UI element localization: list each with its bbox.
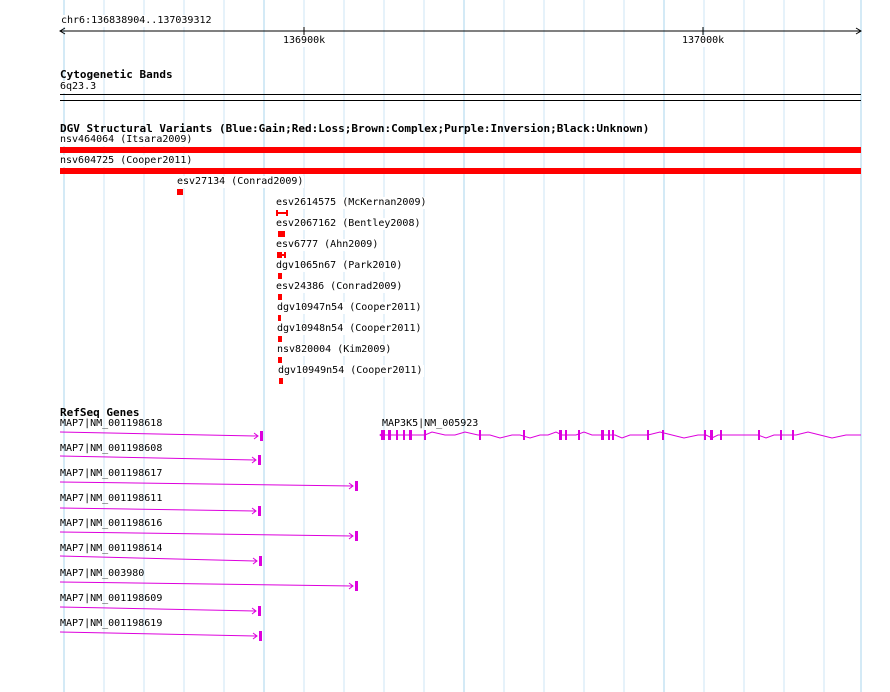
gene-label[interactable]: MAP7|NM_001198616	[60, 518, 162, 530]
gene-label[interactable]: MAP7|NM_001198619	[60, 618, 162, 630]
refseq-gene-glyphs	[59, 430, 861, 641]
gene-label[interactable]: MAP7|NM_001198609	[60, 593, 162, 605]
gene-label[interactable]: MAP7|NM_001198618	[60, 418, 162, 430]
gene-label[interactable]: MAP3K5|NM_005923	[382, 418, 478, 430]
gene-label[interactable]: MAP7|NM_001198617	[60, 468, 162, 480]
gene-label[interactable]: MAP7|NM_001198608	[60, 443, 162, 455]
gene-label[interactable]: MAP7|NM_003980	[60, 568, 144, 580]
gene-label[interactable]: MAP7|NM_001198614	[60, 543, 162, 555]
gene-label[interactable]: MAP7|NM_001198611	[60, 493, 162, 505]
